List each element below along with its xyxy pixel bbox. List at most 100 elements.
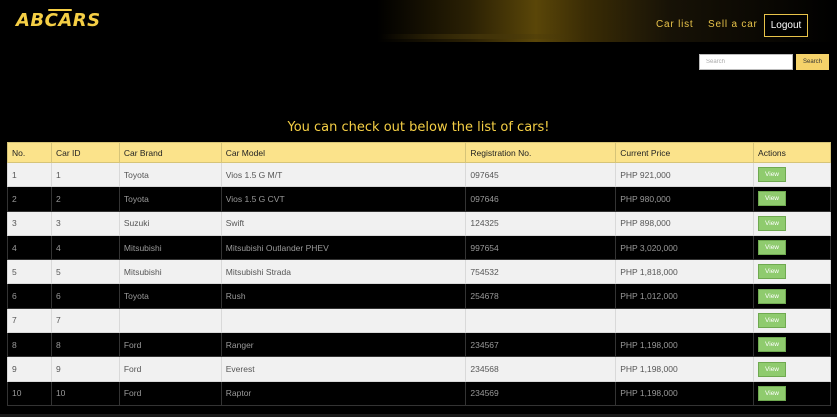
current-price [615, 307, 755, 334]
page-heading: You can check out below the list of cars… [287, 120, 550, 135]
view-button[interactable]: View [758, 337, 787, 353]
view-button[interactable]: View [758, 312, 787, 328]
actions-cell: View [753, 356, 831, 382]
current-price: PHP 898,000 [615, 210, 755, 236]
header-car-brand: Car Brand [118, 142, 222, 163]
car-brand: Ford [118, 356, 222, 382]
view-button[interactable]: View [758, 167, 787, 183]
table-row: 1 1 Toyota Vios 1.5 G M/T 097645 PHP 921… [7, 161, 831, 188]
view-button[interactable]: View [758, 361, 787, 377]
registration-no: 754532 [465, 259, 617, 285]
car-model: Vios 1.5 G CVT [220, 186, 467, 212]
car-brand: Ford [118, 380, 222, 406]
actions-cell: View [753, 380, 831, 406]
actions-cell: View [753, 234, 831, 261]
car-brand: Toyota [118, 161, 222, 188]
car-brand: Mitsubishi [118, 234, 222, 261]
table-row: 8 8 Ford Ranger 234567 PHP 1,198,000 Vie… [7, 332, 831, 358]
search-input[interactable] [699, 54, 793, 70]
car-model: Mitsubishi Strada [220, 259, 467, 285]
current-price: PHP 921,000 [615, 161, 755, 188]
view-button[interactable]: View [758, 191, 787, 207]
table-row: 3 3 Suzuki Swift 124325 PHP 898,000 View [7, 210, 831, 236]
actions-cell: View [753, 161, 831, 188]
current-price: PHP 1,198,000 [615, 356, 755, 382]
registration-no: 234568 [465, 356, 617, 382]
top-navbar: ABCARS Car list Sell a car Logout [0, 0, 837, 42]
car-id: 7 [50, 307, 120, 334]
row-no: 8 [7, 332, 52, 358]
table-row: 9 9 Ford Everest 234568 PHP 1,198,000 Vi… [7, 356, 831, 382]
car-model: Mitsubishi Outlander PHEV [220, 234, 467, 261]
row-no: 4 [7, 234, 52, 261]
table-row: 5 5 Mitsubishi Mitsubishi Strada 754532 … [7, 259, 831, 285]
header-car-model: Car Model [220, 142, 467, 163]
car-model: Swift [220, 210, 467, 236]
car-model: Everest [220, 356, 467, 382]
registration-no: 097646 [465, 186, 617, 212]
table-row: 7 7 View [7, 307, 831, 334]
actions-cell: View [753, 210, 831, 236]
view-button[interactable]: View [758, 288, 787, 304]
view-button[interactable]: View [758, 385, 787, 401]
header-no: No. [7, 142, 52, 163]
logout-button[interactable]: Logout [764, 14, 808, 37]
current-price: PHP 1,198,000 [615, 380, 755, 406]
header-actions: Actions [753, 142, 831, 163]
actions-cell: View [753, 307, 831, 334]
car-brand: Ford [118, 332, 222, 358]
row-no: 10 [7, 380, 52, 406]
actions-cell: View [753, 332, 831, 358]
row-no: 1 [7, 161, 52, 188]
car-id: 6 [50, 283, 120, 309]
table-header-row: No. Car ID Car Brand Car Model Registrat… [7, 142, 831, 163]
car-id: 9 [50, 356, 120, 382]
nav-link-car-list[interactable]: Car list [656, 19, 694, 30]
current-price: PHP 980,000 [615, 186, 755, 212]
table-row: 6 6 Toyota Rush 254678 PHP 1,012,000 Vie… [7, 283, 831, 309]
registration-no: 997654 [465, 234, 617, 261]
car-id: 5 [50, 259, 120, 285]
registration-no: 097645 [465, 161, 617, 188]
car-brand: Suzuki [118, 210, 222, 236]
row-no: 6 [7, 283, 52, 309]
car-list-table: No. Car ID Car Brand Car Model Registrat… [7, 142, 831, 406]
car-id: 1 [50, 161, 120, 188]
registration-no: 254678 [465, 283, 617, 309]
car-brand: Mitsubishi [118, 259, 222, 285]
table-row: 10 10 Ford Raptor 234569 PHP 1,198,000 V… [7, 380, 831, 406]
car-model: Vios 1.5 G M/T [220, 161, 467, 188]
car-model: Raptor [220, 380, 467, 406]
car-brand: Toyota [118, 283, 222, 309]
table-row: 2 2 Toyota Vios 1.5 G CVT 097646 PHP 980… [7, 186, 831, 212]
actions-cell: View [753, 186, 831, 212]
row-no: 3 [7, 210, 52, 236]
car-id: 10 [50, 380, 120, 406]
current-price: PHP 1,818,000 [615, 259, 755, 285]
car-brand [118, 307, 222, 334]
car-brand: Toyota [118, 186, 222, 212]
search-button[interactable]: Search [796, 54, 829, 70]
registration-no: 124325 [465, 210, 617, 236]
header-current-price: Current Price [615, 142, 755, 163]
row-no: 7 [7, 307, 52, 334]
view-button[interactable]: View [758, 215, 787, 231]
car-id: 2 [50, 186, 120, 212]
row-no: 5 [7, 259, 52, 285]
registration-no [465, 307, 617, 334]
view-button[interactable]: View [758, 264, 787, 280]
logo[interactable]: ABCARS [16, 10, 101, 31]
car-model: Rush [220, 283, 467, 309]
car-id: 3 [50, 210, 120, 236]
current-price: PHP 1,012,000 [615, 283, 755, 309]
car-model [220, 307, 467, 334]
row-no: 9 [7, 356, 52, 382]
registration-no: 234569 [465, 380, 617, 406]
table-row: 4 4 Mitsubishi Mitsubishi Outlander PHEV… [7, 234, 831, 261]
car-id: 4 [50, 234, 120, 261]
current-price: PHP 1,198,000 [615, 332, 755, 358]
header-car-id: Car ID [50, 142, 120, 163]
nav-link-sell-a-car[interactable]: Sell a car [708, 19, 758, 30]
actions-cell: View [753, 283, 831, 309]
view-button[interactable]: View [758, 240, 787, 256]
